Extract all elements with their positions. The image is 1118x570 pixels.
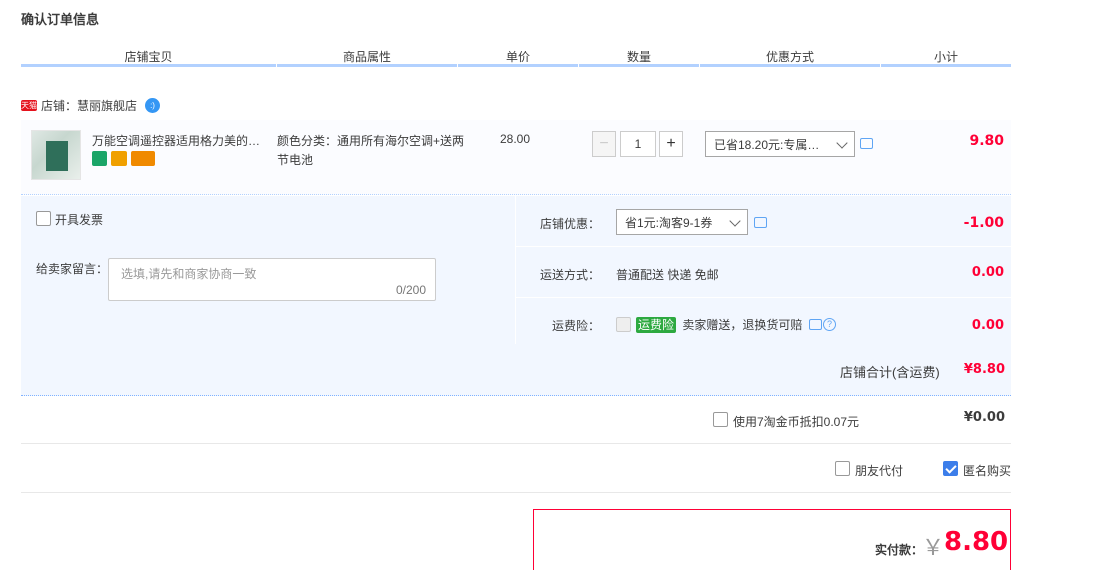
message-icon[interactable] xyxy=(809,319,822,330)
payment-label: 实付款： xyxy=(875,543,924,557)
insurance-group: 运费险 卖家赠送，退换货可赔 xyxy=(636,316,802,333)
message-icon[interactable] xyxy=(860,138,873,149)
invoice-checkbox[interactable] xyxy=(36,211,51,226)
coins-checkbox[interactable] xyxy=(713,412,728,427)
header-underline xyxy=(458,64,578,67)
header-underline xyxy=(579,64,699,67)
header-underline xyxy=(21,64,276,67)
divider xyxy=(21,492,1011,493)
product-name-link[interactable]: 万能空调遥控器适用格力美的海尔奥克斯TCL海信志高长虹通用款 xyxy=(92,132,272,149)
shop-discount-value: 省1元:淘客9-1券 xyxy=(625,215,713,230)
chevron-down-icon xyxy=(729,215,741,227)
payment-currency: ￥ xyxy=(922,536,945,561)
invoice-label[interactable]: 开具发票 xyxy=(55,211,103,228)
col-header-subtotal: 小计 xyxy=(933,50,958,64)
chat-icon[interactable]: :) xyxy=(145,97,161,113)
shipping-amount: 0.00 xyxy=(971,265,1004,280)
col-header-price: 单价 xyxy=(505,50,530,64)
quantity-minus-button[interactable]: − xyxy=(592,131,616,157)
quantity-plus-button[interactable]: + xyxy=(659,131,683,157)
page-title: 确认订单信息 xyxy=(21,12,100,27)
shop-total-label: 店铺合计(含运费) xyxy=(840,365,940,380)
header-underline xyxy=(700,64,880,67)
shop-label: 店铺： xyxy=(41,98,78,113)
header-underline xyxy=(277,64,457,67)
col-header-attr: 商品属性 xyxy=(342,50,391,64)
shop-discount-select[interactable]: 省1元:淘客9-1券 xyxy=(616,209,748,235)
divider xyxy=(21,443,1011,444)
guarantee-icon[interactable] xyxy=(111,151,127,166)
insurance-checkbox xyxy=(616,317,631,332)
message-icon[interactable] xyxy=(754,217,767,228)
product-thumbnail[interactable] xyxy=(31,130,81,180)
item-subtotal: 9.80 xyxy=(969,133,1004,149)
chevron-down-icon xyxy=(836,137,848,149)
insurance-desc: 卖家赠送，退换货可赔 xyxy=(682,318,803,332)
divider xyxy=(516,297,1011,298)
shop-discount-amount: -1.00 xyxy=(963,215,1004,231)
message-label: 给卖家留言： xyxy=(36,262,109,276)
unit-price: 28.00 xyxy=(500,132,531,146)
coins-label[interactable]: 使用7淘金币抵扣0.07元 xyxy=(733,413,859,430)
message-placeholder: 选填,请先和商家协商一致 xyxy=(121,267,257,281)
seven-day-return-icon[interactable] xyxy=(92,151,107,166)
message-char-count: 0/200 xyxy=(395,283,426,297)
product-attributes: 颜色分类：通用所有海尔空调+送两节电池 xyxy=(277,134,465,167)
insurance-tag: 运费险 xyxy=(636,317,677,333)
divider xyxy=(516,246,1011,247)
friend-pay-checkbox[interactable] xyxy=(835,461,850,476)
payment-amount: 8.80 xyxy=(944,527,1009,557)
item-discount-value: 已省18.20元:专属立减 xyxy=(714,137,828,152)
shipping-method: 普通配送 快递 免邮 xyxy=(616,268,719,282)
insurance-amount: 0.00 xyxy=(971,318,1004,333)
shop-total-value: ¥8.80 xyxy=(963,362,1005,377)
shop-row: 天猫 店铺： 慧丽旗舰店 :) xyxy=(21,96,161,114)
friend-pay-label[interactable]: 朋友代付 xyxy=(855,462,903,479)
shop-name-link[interactable]: 慧丽旗舰店 xyxy=(77,97,137,114)
header-underline xyxy=(881,64,1011,67)
seller-message-input[interactable]: 选填,请先和商家协商一致 0/200 xyxy=(108,258,436,301)
col-header-qty: 数量 xyxy=(626,50,651,64)
insurance-label: 运费险： xyxy=(552,319,601,333)
col-header-item: 店铺宝贝 xyxy=(124,50,173,64)
coins-value: ¥0.00 xyxy=(963,410,1005,425)
help-icon[interactable]: ? xyxy=(823,318,836,331)
tmall-icon: 天猫 xyxy=(21,99,37,111)
credit-card-icon[interactable] xyxy=(131,151,155,166)
quantity-input[interactable]: 1 xyxy=(620,131,656,157)
shipping-label: 运送方式： xyxy=(540,268,601,282)
shop-discount-label: 店铺优惠： xyxy=(540,217,601,231)
item-discount-select[interactable]: 已省18.20元:专属立减 xyxy=(705,131,855,157)
anonymous-checkbox[interactable] xyxy=(943,461,958,476)
col-header-discount: 优惠方式 xyxy=(765,50,814,64)
anonymous-label[interactable]: 匿名购买 xyxy=(963,462,1011,479)
